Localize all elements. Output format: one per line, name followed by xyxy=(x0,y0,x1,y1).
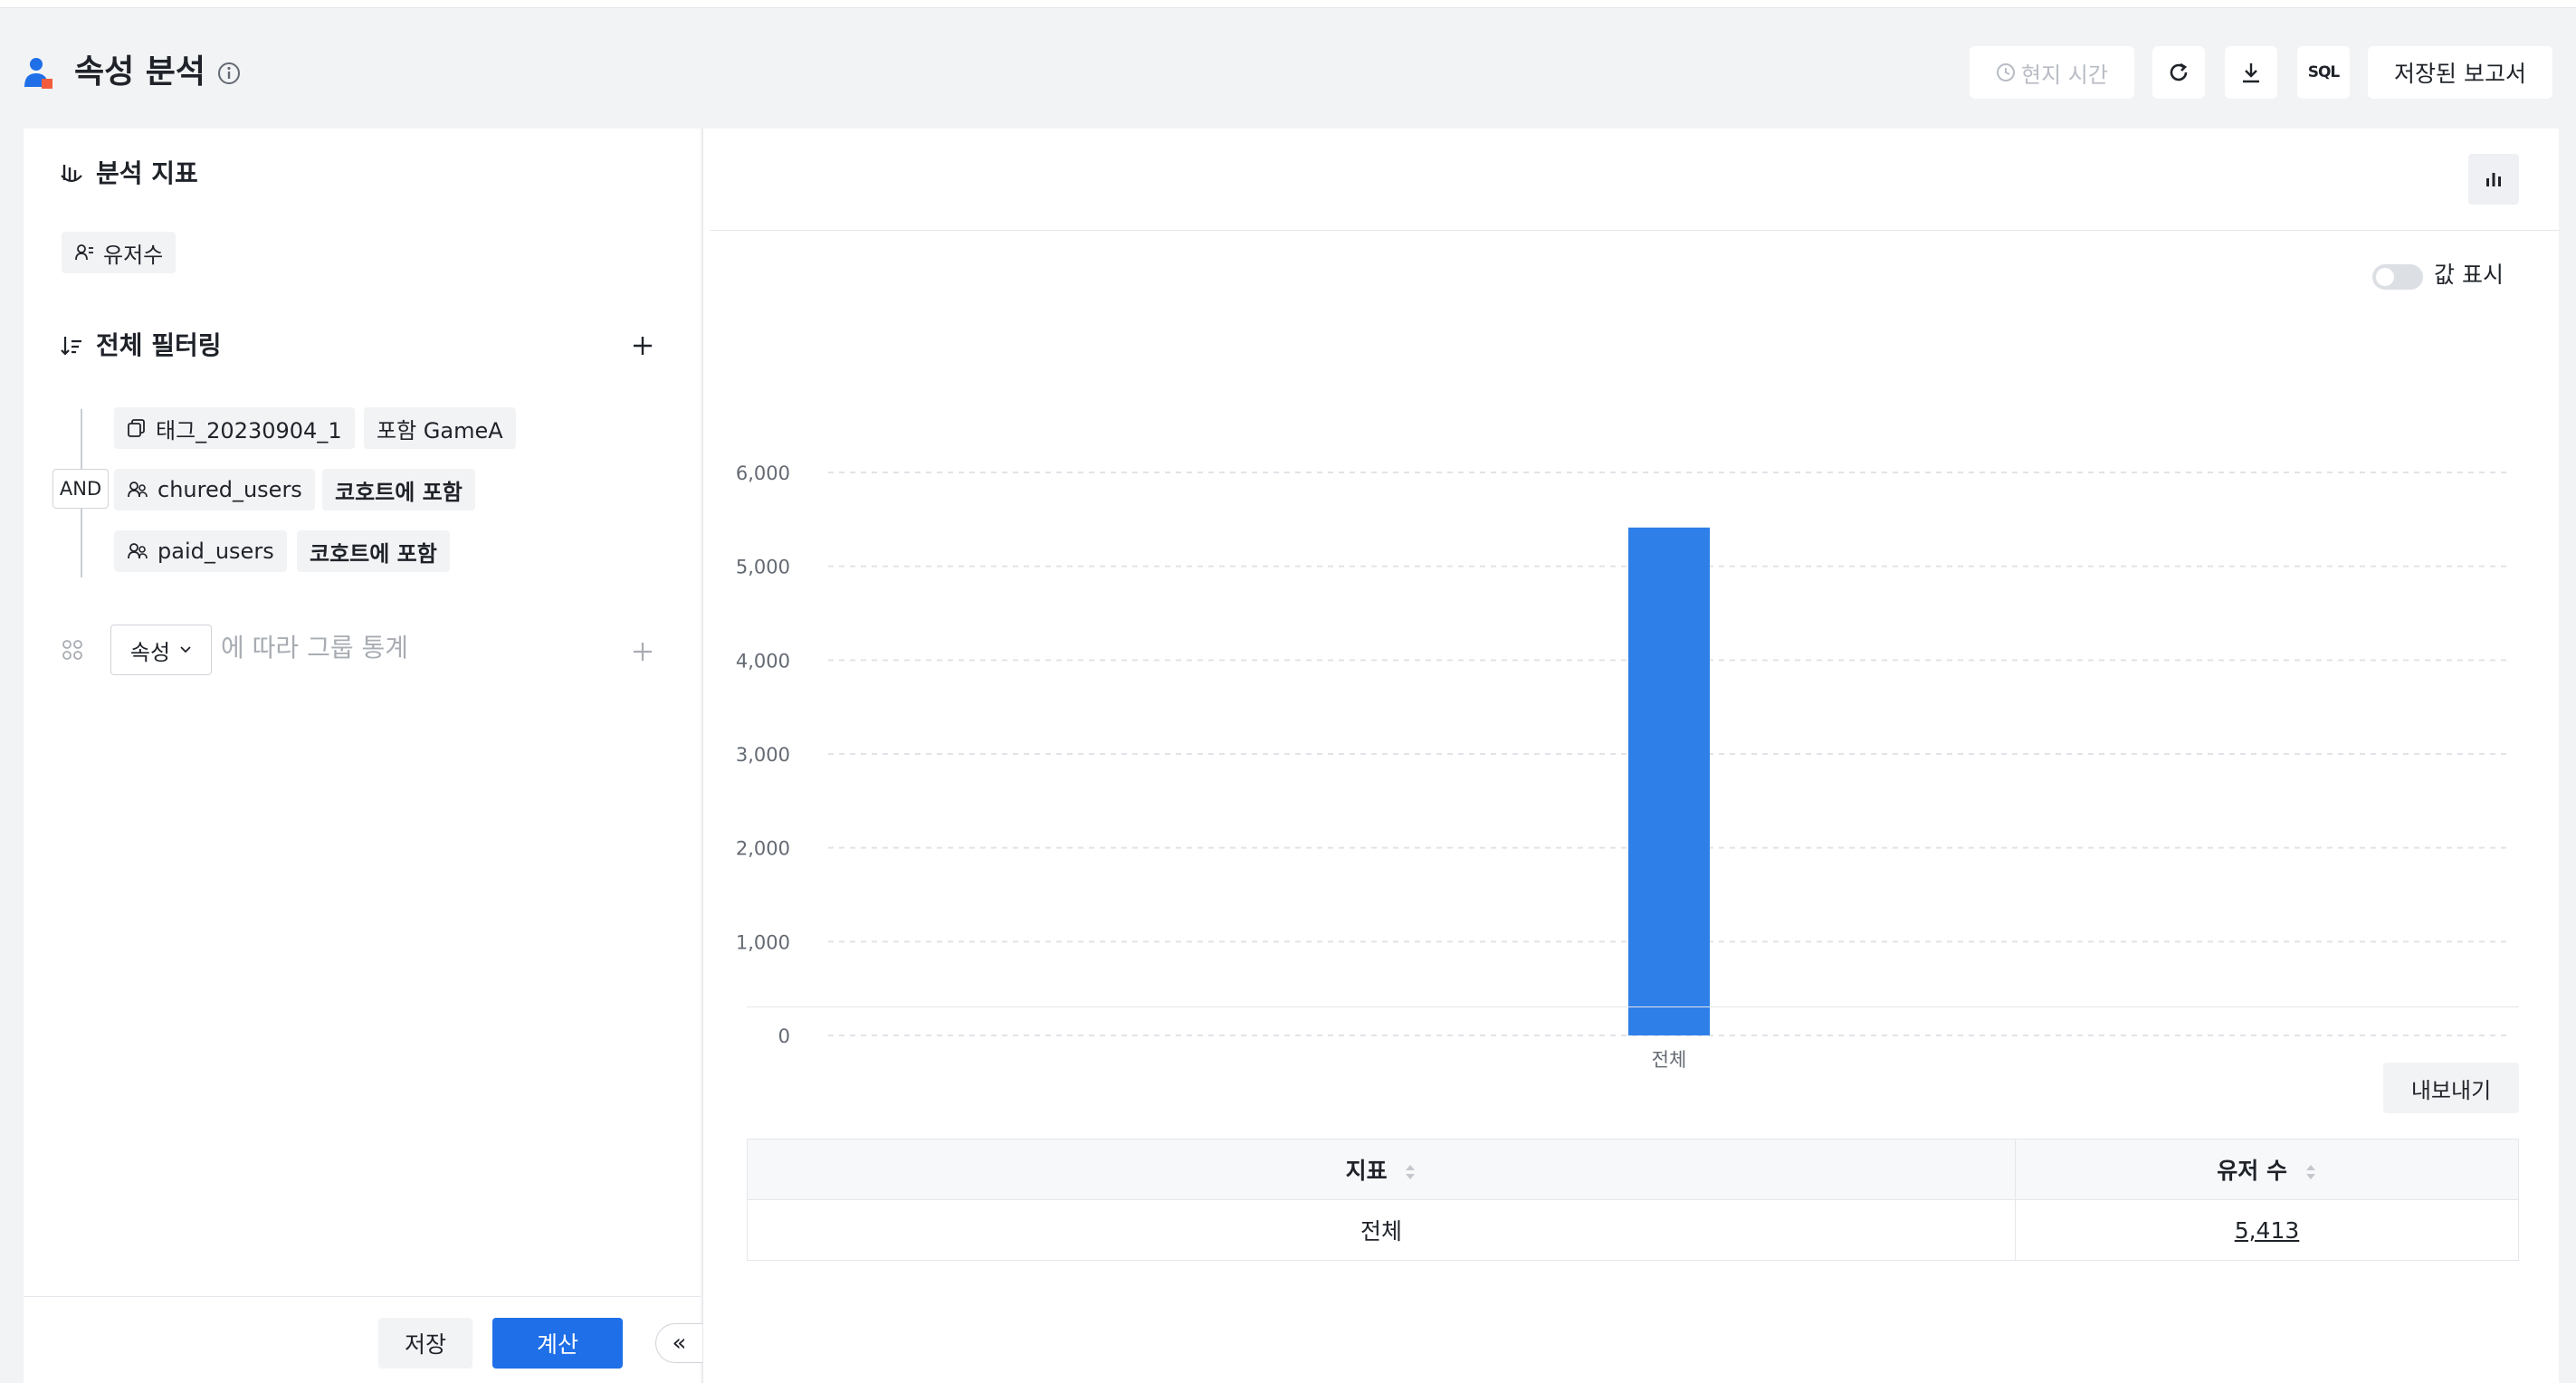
chevron-down-icon xyxy=(180,646,191,653)
results-table: 지표 유저 수 전체 5,413 xyxy=(747,1139,2519,1261)
group-by-hint: 에 따라 그룹 통계 xyxy=(221,633,409,663)
footer-divider xyxy=(24,1296,701,1297)
tag-icon xyxy=(128,419,145,437)
sql-button[interactable]: SQL xyxy=(2297,46,2350,99)
filter-condition-label: 포함 GameA xyxy=(377,417,503,444)
chart-divider xyxy=(747,1006,2519,1007)
y-tick-label: 5,000 xyxy=(736,557,790,578)
filter-field-label: chured_users xyxy=(157,477,302,502)
metric-chip[interactable]: 유저수 xyxy=(62,232,177,273)
clock-icon xyxy=(1997,63,2016,81)
cohort-icon xyxy=(128,482,148,498)
y-tick-label: 3,000 xyxy=(736,744,790,766)
refresh-icon xyxy=(2170,62,2188,81)
metric-icon xyxy=(61,165,82,183)
metrics-section-title: 분석 지표 xyxy=(60,157,198,190)
timezone-label: 현지 시간 xyxy=(2021,62,2108,88)
bar-chart-icon xyxy=(2486,173,2501,186)
info-icon[interactable] xyxy=(217,62,241,85)
filter-logic-toggle[interactable]: AND xyxy=(52,469,109,509)
filter-condition-label: 코호트에 포함 xyxy=(335,479,463,505)
table-cell-metric: 전체 xyxy=(747,1199,2016,1261)
bar[interactable] xyxy=(1628,527,1710,1035)
toggle-knob xyxy=(2376,268,2394,286)
user-count-link[interactable]: 5,413 xyxy=(2235,1217,2300,1244)
table-header-users[interactable]: 유저 수 xyxy=(2015,1139,2519,1200)
query-config-panel: 분석 지표 유저수 전체 필터링 AND 태그_20230904_1 포함 Ga… xyxy=(24,129,702,1383)
filter-field-label: paid_users xyxy=(157,539,274,564)
y-tick-label: 6,000 xyxy=(736,463,790,484)
timezone-button[interactable]: 현지 시간 xyxy=(1970,46,2134,99)
calculate-button[interactable]: 계산 xyxy=(492,1318,623,1369)
bar-chart: 0 1,000 2,000 3,000 4,000 5,000 6,000 전체 xyxy=(736,463,2510,1071)
table-row: 전체 5,413 xyxy=(747,1199,2519,1261)
show-values-label: 값 표시 xyxy=(2434,262,2504,288)
filter-title-text: 전체 필터링 xyxy=(96,330,222,360)
filter-condition-label: 코호트에 포함 xyxy=(310,540,437,567)
y-tick-label: 2,000 xyxy=(736,838,790,860)
results-panel: 값 표시 0 1,000 2,000 3,000 4,000 5,000 6,000 전체 내… xyxy=(702,129,2559,1383)
table-cell-users[interactable]: 5,413 xyxy=(2015,1199,2519,1261)
filter-field-chip[interactable]: chured_users xyxy=(114,469,315,510)
filter-condition-chip[interactable]: 포함 GameA xyxy=(364,407,516,449)
download-icon xyxy=(2243,63,2259,83)
filter-sort-icon xyxy=(61,337,81,356)
table-header-label: 유저 수 xyxy=(2217,1158,2287,1184)
add-filter-plus-icon[interactable] xyxy=(632,335,654,357)
filter-field-chip[interactable]: paid_users xyxy=(114,530,287,572)
page-title: 속성 분석 xyxy=(74,53,206,91)
refresh-button[interactable] xyxy=(2152,46,2205,99)
user-count-icon xyxy=(75,244,93,261)
group-grid-icon xyxy=(62,640,82,660)
y-tick-label: 0 xyxy=(778,1025,790,1047)
filter-condition-chip[interactable]: 코호트에 포함 xyxy=(322,469,475,510)
sort-icon xyxy=(1406,1165,1416,1179)
group-by-select-value: 속성 xyxy=(129,639,171,665)
filter-section-title: 전체 필터링 xyxy=(60,329,222,362)
filter-condition-chip[interactable]: 코호트에 포함 xyxy=(297,530,450,572)
user-attribute-icon xyxy=(24,58,52,89)
table-header-metric[interactable]: 지표 xyxy=(747,1139,2016,1200)
toolbar-divider xyxy=(711,230,2559,231)
y-tick-label: 1,000 xyxy=(736,931,790,953)
y-tick-label: 4,000 xyxy=(736,650,790,672)
save-button[interactable]: 저장 xyxy=(378,1318,472,1369)
saved-reports-button[interactable]: 저장된 보고서 xyxy=(2368,46,2552,99)
export-button[interactable]: 내보내기 xyxy=(2383,1063,2519,1113)
filter-field-chip[interactable]: 태그_20230904_1 xyxy=(114,407,355,449)
show-values-toggle[interactable] xyxy=(2372,264,2423,290)
filter-field-label: 태그_20230904_1 xyxy=(156,417,342,444)
add-group-plus-icon[interactable] xyxy=(632,641,654,663)
sort-icon xyxy=(2305,1165,2315,1179)
cohort-icon xyxy=(128,543,148,559)
chart-type-button[interactable] xyxy=(2468,154,2519,205)
group-by-select[interactable]: 속성 xyxy=(110,625,212,675)
metrics-title-text: 분석 지표 xyxy=(96,158,198,188)
collapse-panel-button[interactable]: « xyxy=(655,1323,702,1363)
x-tick-label: 전체 xyxy=(1652,1049,1687,1071)
window-top-bar xyxy=(0,0,2576,8)
metric-chip-label: 유저수 xyxy=(103,242,164,268)
download-button[interactable] xyxy=(2225,46,2277,99)
table-header-label: 지표 xyxy=(1345,1158,1388,1184)
